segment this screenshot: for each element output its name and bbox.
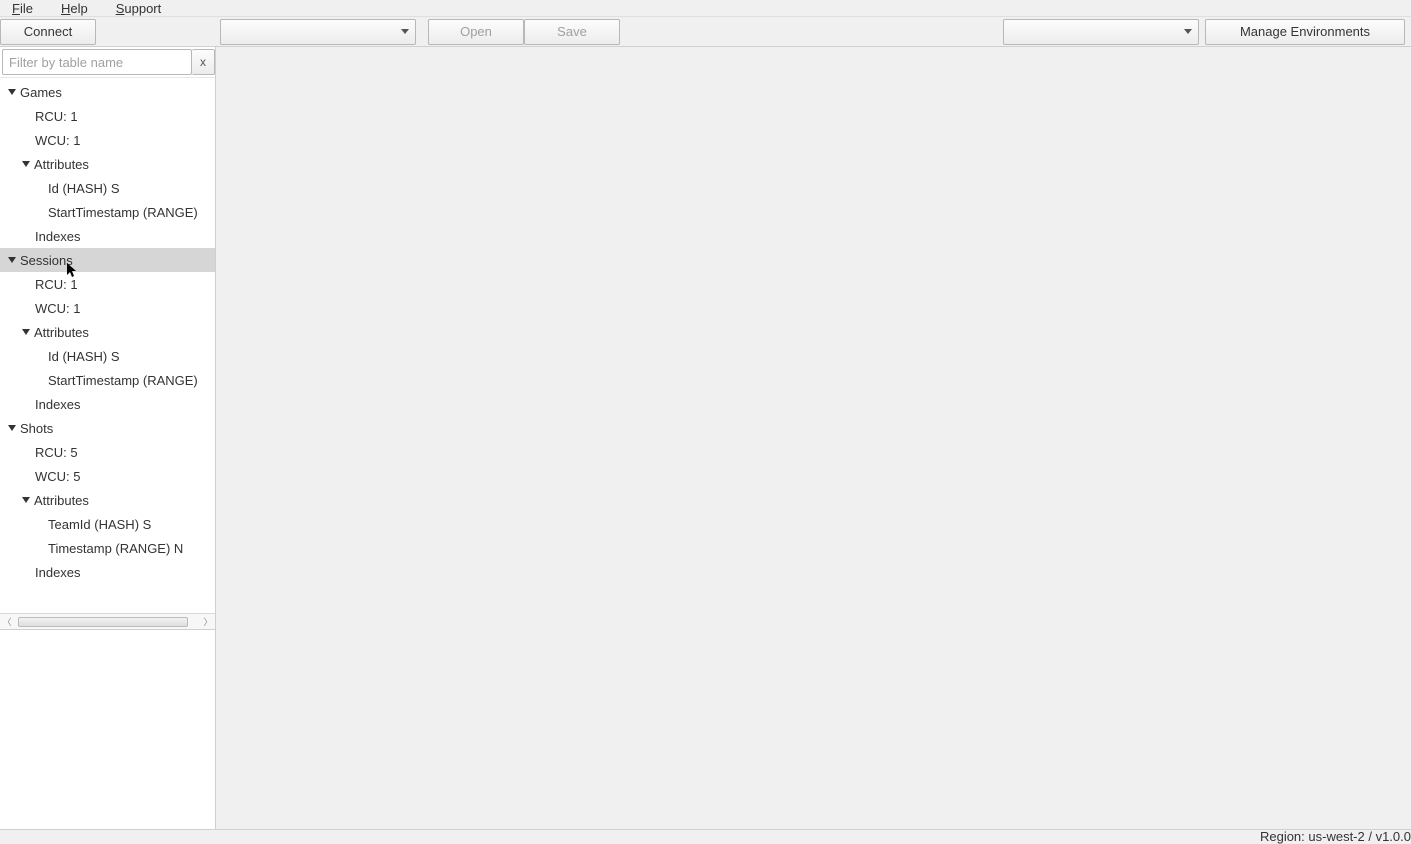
chevron-down-icon xyxy=(8,257,16,263)
table-attributes-label: Attributes xyxy=(34,157,89,172)
table-attr-label: Id (HASH) S xyxy=(48,181,120,196)
table-attr-label: StartTimestamp (RANGE) xyxy=(48,373,198,388)
table-attr-label: StartTimestamp (RANGE) xyxy=(48,205,198,220)
connect-button[interactable]: Connect xyxy=(0,19,96,45)
chevron-down-icon xyxy=(22,161,30,167)
sidebar: x Games RCU: 1 WCU: 1 Attributes Id (HASH) S… xyxy=(0,47,216,829)
table-indexes[interactable]: Indexes xyxy=(0,392,215,416)
table-node-label: Games xyxy=(20,85,62,100)
table-attributes[interactable]: Attributes xyxy=(0,320,215,344)
chevron-down-icon xyxy=(1184,29,1192,34)
table-node[interactable]: Games xyxy=(0,80,215,104)
table-attributes[interactable]: Attributes xyxy=(0,488,215,512)
chevron-down-icon xyxy=(401,29,409,34)
table-attributes[interactable]: Attributes xyxy=(0,152,215,176)
chevron-down-icon xyxy=(8,89,16,95)
table-attr-label: TeamId (HASH) S xyxy=(48,517,151,532)
table-wcu-label: WCU: 5 xyxy=(35,469,81,484)
manage-environments-button[interactable]: Manage Environments xyxy=(1205,19,1405,45)
table-attr[interactable]: Id (HASH) S xyxy=(0,176,215,200)
table-attr[interactable]: StartTimestamp (RANGE) xyxy=(0,368,215,392)
table-attr-label: Timestamp (RANGE) N xyxy=(48,541,183,556)
table-attr[interactable]: StartTimestamp (RANGE) xyxy=(0,200,215,224)
table-indexes[interactable]: Indexes xyxy=(0,224,215,248)
table-wcu[interactable]: WCU: 1 xyxy=(0,296,215,320)
content-area xyxy=(216,47,1411,829)
statusbar: Region: us-west-2 / v1.0.0 xyxy=(0,829,1411,843)
dropdown-left[interactable] xyxy=(220,19,416,45)
table-wcu-label: WCU: 1 xyxy=(35,133,81,148)
table-attr-label: Id (HASH) S xyxy=(48,349,120,364)
table-rcu-label: RCU: 5 xyxy=(35,445,78,460)
toolbar: Connect Open Save Manage Environments xyxy=(0,17,1411,47)
scroll-right-icon[interactable]: 〉 xyxy=(201,615,215,629)
table-attr[interactable]: Timestamp (RANGE) N xyxy=(0,536,215,560)
table-wcu[interactable]: WCU: 5 xyxy=(0,464,215,488)
save-button[interactable]: Save xyxy=(524,19,620,45)
scroll-thumb[interactable] xyxy=(18,617,188,627)
menu-support[interactable]: Support xyxy=(116,1,162,16)
table-rcu[interactable]: RCU: 1 xyxy=(0,272,215,296)
filter-input[interactable] xyxy=(2,49,192,75)
table-node-label: Sessions xyxy=(20,253,73,268)
table-rcu-label: RCU: 1 xyxy=(35,277,78,292)
scroll-track[interactable] xyxy=(14,616,201,628)
menubar: File Help Support xyxy=(0,0,1411,17)
scroll-left-icon[interactable]: 〈 xyxy=(0,615,14,629)
table-wcu-label: WCU: 1 xyxy=(35,301,81,316)
filter-row: x xyxy=(0,47,215,78)
table-node-label: Shots xyxy=(20,421,53,436)
menu-file[interactable]: File xyxy=(12,1,33,16)
chevron-down-icon xyxy=(8,425,16,431)
menu-help[interactable]: Help xyxy=(61,1,88,16)
table-attr[interactable]: Id (HASH) S xyxy=(0,344,215,368)
table-attributes-label: Attributes xyxy=(34,493,89,508)
sidebar-bottom-panel xyxy=(0,629,215,829)
table-indexes[interactable]: Indexes xyxy=(0,560,215,584)
horizontal-scrollbar[interactable]: 〈 〉 xyxy=(0,613,215,629)
open-button[interactable]: Open xyxy=(428,19,524,45)
status-text: Region: us-west-2 / v1.0.0 xyxy=(1260,829,1411,844)
table-attr[interactable]: TeamId (HASH) S xyxy=(0,512,215,536)
table-attributes-label: Attributes xyxy=(34,325,89,340)
table-rcu[interactable]: RCU: 5 xyxy=(0,440,215,464)
chevron-down-icon xyxy=(22,329,30,335)
table-indexes-label: Indexes xyxy=(35,397,81,412)
table-node[interactable]: Shots xyxy=(0,416,215,440)
table-indexes-label: Indexes xyxy=(35,229,81,244)
table-rcu-label: RCU: 1 xyxy=(35,109,78,124)
filter-clear-button[interactable]: x xyxy=(192,49,215,75)
table-wcu[interactable]: WCU: 1 xyxy=(0,128,215,152)
main-area: x Games RCU: 1 WCU: 1 Attributes Id (HASH) S… xyxy=(0,47,1411,829)
table-rcu[interactable]: RCU: 1 xyxy=(0,104,215,128)
table-node[interactable]: Sessions xyxy=(0,248,215,272)
table-indexes-label: Indexes xyxy=(35,565,81,580)
table-tree: Games RCU: 1 WCU: 1 Attributes Id (HASH) S St… xyxy=(0,78,215,613)
chevron-down-icon xyxy=(22,497,30,503)
dropdown-right[interactable] xyxy=(1003,19,1199,45)
